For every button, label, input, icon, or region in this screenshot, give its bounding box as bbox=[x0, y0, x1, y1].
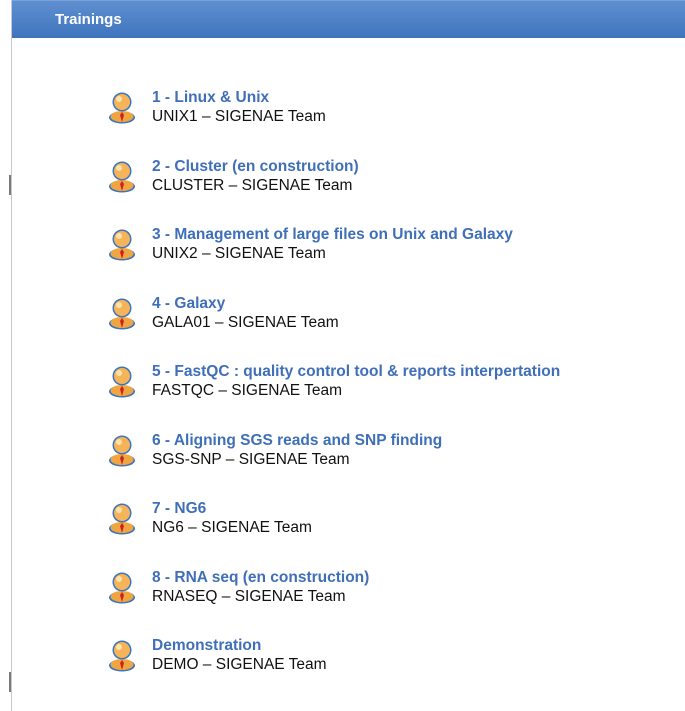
user-icon bbox=[106, 92, 138, 124]
list-item: 1 - Linux & Unix UNIX1 – SIGENAE Team bbox=[106, 88, 560, 157]
training-link[interactable]: 3 - Management of large files on Unix an… bbox=[152, 225, 560, 244]
training-link[interactable]: 6 - Aligning SGS reads and SNP finding bbox=[152, 431, 560, 450]
user-icon bbox=[106, 229, 138, 261]
user-icon bbox=[106, 640, 138, 672]
training-link[interactable]: 4 - Galaxy bbox=[152, 294, 560, 313]
training-code: FASTQC – SIGENAE Team bbox=[152, 382, 343, 399]
left-border-mark bbox=[9, 175, 11, 195]
trainings-page: Trainings 1 - Linux & Unix UNIX1 – SIGEN… bbox=[0, 0, 685, 711]
training-code: DEMO – SIGENAE Team bbox=[152, 656, 327, 673]
training-code: GALA01 – SIGENAE Team bbox=[152, 313, 339, 331]
training-link[interactable]: 8 - RNA seq (en construction) bbox=[152, 568, 560, 587]
training-code: UNIX1 – SIGENAE Team bbox=[152, 108, 326, 125]
training-code: SGS-SNP – SIGENAE Team bbox=[152, 450, 350, 468]
training-link[interactable]: 5 - FastQC : quality control tool & repo… bbox=[152, 362, 560, 381]
list-item: 6 - Aligning SGS reads and SNP finding S… bbox=[106, 431, 560, 500]
user-icon bbox=[106, 435, 138, 467]
list-item: Demonstration DEMO – SIGENAE Team bbox=[106, 636, 560, 705]
training-link[interactable]: 1 - Linux & Unix bbox=[152, 88, 560, 107]
training-code: CLUSTER – SIGENAE Team bbox=[152, 176, 353, 194]
list-item: 5 - FastQC : quality control tool & repo… bbox=[106, 362, 560, 431]
training-code: RNASEQ – SIGENAE Team bbox=[152, 587, 346, 605]
training-code: UNIX2 – SIGENAE Team bbox=[152, 245, 326, 262]
training-link[interactable]: 7 - NG6 bbox=[152, 499, 560, 518]
list-item: 2 - Cluster (en construction) CLUSTER – … bbox=[106, 157, 560, 226]
user-icon bbox=[106, 366, 138, 398]
user-icon bbox=[106, 503, 138, 535]
user-icon bbox=[106, 161, 138, 193]
section-title: Trainings bbox=[55, 11, 122, 28]
list-item: 4 - Galaxy GALA01 – SIGENAE Team bbox=[106, 294, 560, 363]
user-icon bbox=[106, 572, 138, 604]
list-item: 8 - RNA seq (en construction) RNASEQ – S… bbox=[106, 568, 560, 637]
training-list: 1 - Linux & Unix UNIX1 – SIGENAE Team 2 … bbox=[106, 88, 560, 705]
section-header: Trainings bbox=[12, 0, 685, 38]
list-item: 3 - Management of large files on Unix an… bbox=[106, 225, 560, 294]
user-icon bbox=[106, 298, 138, 330]
list-item: 7 - NG6 NG6 – SIGENAE Team bbox=[106, 499, 560, 568]
training-code: NG6 – SIGENAE Team bbox=[152, 519, 312, 536]
training-link[interactable]: 2 - Cluster (en construction) bbox=[152, 157, 560, 176]
left-border-mark bbox=[9, 672, 11, 692]
left-border bbox=[11, 0, 12, 711]
training-link[interactable]: Demonstration bbox=[152, 636, 560, 655]
